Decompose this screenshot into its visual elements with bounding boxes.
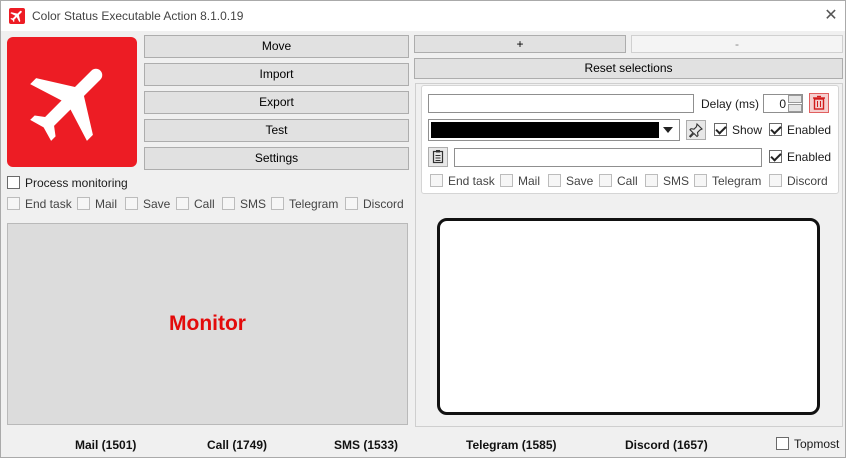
call-count: Call (1749) — [207, 438, 268, 452]
right-save-label: Save — [566, 174, 594, 188]
left-save-label: Save — [143, 197, 171, 211]
left-telegram-checkbox[interactable] — [271, 197, 284, 210]
delay-spinner[interactable]: 0 — [763, 94, 803, 113]
left-sms-checkbox[interactable] — [222, 197, 235, 210]
show-checkbox[interactable] — [714, 123, 727, 136]
close-icon[interactable]: ✕ — [821, 6, 841, 26]
discord-count: Discord (1657) — [625, 438, 708, 452]
window-title: Color Status Executable Action 8.1.0.19 — [32, 9, 244, 23]
preview-area[interactable] — [437, 218, 820, 415]
left-sms-label: SMS — [240, 197, 267, 211]
enabled-2-checkbox[interactable] — [769, 150, 782, 163]
right-end-task-label: End task — [448, 174, 495, 188]
export-button[interactable]: Export — [144, 91, 409, 114]
action-path-input[interactable] — [428, 94, 694, 113]
mail-count: Mail (1501) — [75, 438, 137, 452]
spinner-up-icon[interactable] — [788, 95, 802, 103]
settings-button[interactable]: Settings — [144, 147, 409, 170]
sms-count: SMS (1533) — [334, 438, 399, 452]
title-bar: Color Status Executable Action 8.1.0.19 … — [1, 1, 845, 31]
enabled-label: Enabled — [787, 123, 832, 137]
app-window: Color Status Executable Action 8.1.0.19 … — [0, 0, 846, 458]
spinner-down-icon[interactable] — [788, 104, 802, 112]
right-telegram-label: Telegram — [712, 174, 762, 188]
left-mail-checkbox[interactable] — [77, 197, 90, 210]
topmost-checkbox[interactable] — [776, 437, 789, 450]
delete-icon[interactable] — [809, 93, 829, 113]
enabled-checkbox[interactable] — [769, 123, 782, 136]
process-monitoring-label: Process monitoring — [25, 176, 128, 190]
monitor-area[interactable]: Monitor — [7, 223, 408, 425]
right-end-task-checkbox[interactable] — [430, 174, 443, 187]
pin-icon[interactable] — [686, 120, 706, 140]
right-sms-checkbox[interactable] — [645, 174, 658, 187]
right-sms-label: SMS — [663, 174, 690, 188]
show-label: Show — [732, 123, 763, 137]
left-end-task-label: End task — [25, 197, 72, 211]
right-mail-label: Mail — [518, 174, 541, 188]
telegram-count: Telegram (1585) — [466, 438, 557, 452]
message-input[interactable] — [454, 148, 762, 167]
reset-selections-button[interactable]: Reset selections — [414, 58, 843, 79]
right-call-label: Call — [617, 174, 638, 188]
delay-value: 0 — [779, 97, 786, 111]
right-save-checkbox[interactable] — [548, 174, 561, 187]
import-button[interactable]: Import — [144, 63, 409, 86]
left-discord-label: Discord — [363, 197, 404, 211]
enabled-2-label: Enabled — [787, 150, 832, 164]
selected-color-swatch — [431, 122, 659, 138]
left-save-checkbox[interactable] — [125, 197, 138, 210]
test-button[interactable]: Test — [144, 119, 409, 142]
color-select[interactable] — [428, 119, 680, 141]
move-button[interactable]: Move — [144, 35, 409, 58]
monitor-label: Monitor — [169, 312, 246, 335]
add-button[interactable]: + — [414, 35, 626, 53]
delay-label: Delay (ms) — [701, 97, 760, 111]
clipboard-icon[interactable] — [428, 147, 448, 167]
right-discord-label: Discord — [787, 174, 828, 188]
airplane-logo — [7, 37, 137, 167]
left-call-label: Call — [194, 197, 215, 211]
right-mail-checkbox[interactable] — [500, 174, 513, 187]
left-discord-checkbox[interactable] — [345, 197, 358, 210]
left-mail-label: Mail — [95, 197, 118, 211]
remove-button[interactable]: - — [631, 35, 843, 53]
airplane-app-icon — [9, 8, 25, 24]
left-telegram-label: Telegram — [289, 197, 339, 211]
topmost-label: Topmost — [794, 437, 840, 451]
left-end-task-checkbox[interactable] — [7, 197, 20, 210]
chevron-down-icon — [663, 127, 673, 133]
process-monitoring-checkbox[interactable] — [7, 176, 20, 189]
right-discord-checkbox[interactable] — [769, 174, 782, 187]
left-call-checkbox[interactable] — [176, 197, 189, 210]
right-telegram-checkbox[interactable] — [694, 174, 707, 187]
right-call-checkbox[interactable] — [599, 174, 612, 187]
